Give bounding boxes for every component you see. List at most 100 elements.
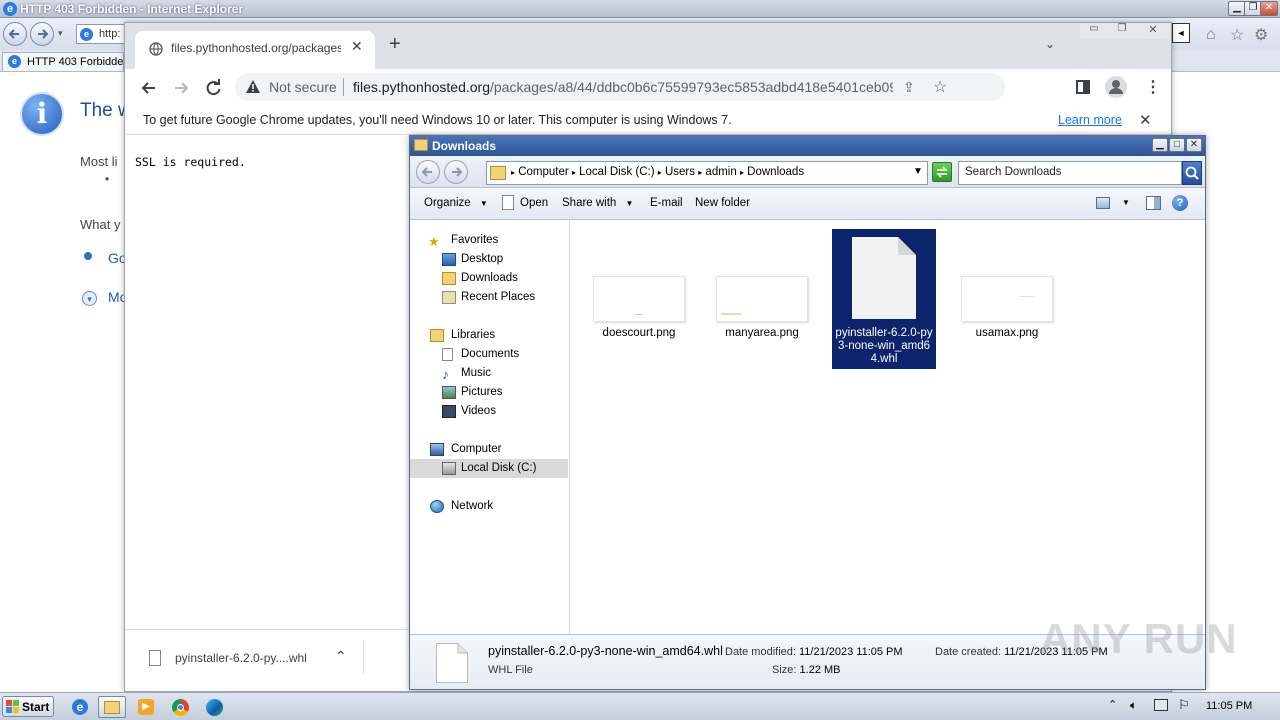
breadcrumb-admin[interactable]: admin — [705, 166, 736, 178]
learn-more-link[interactable]: Learn more — [1058, 113, 1122, 127]
organize-menu[interactable]: Organize ▼ — [424, 197, 488, 209]
preview-pane-icon[interactable] — [1146, 196, 1161, 210]
chrome-tab[interactable]: files.pythonhosted.org/packages/a8 ✕ — [135, 31, 375, 69]
breadcrumb-computer[interactable]: Computer — [518, 166, 569, 178]
nav-local-disk[interactable]: Local Disk (C:) — [410, 459, 568, 478]
nav-recent-places-label: Recent Places — [461, 291, 536, 303]
explorer-minimize-button[interactable]: ▁ — [1152, 138, 1168, 152]
breadcrumb-users[interactable]: Users — [665, 166, 695, 178]
breadcrumb-dropdown-icon[interactable]: ▼ — [913, 166, 923, 177]
info-icon: i — [20, 92, 64, 136]
close-tab-icon[interactable]: ✕ — [351, 38, 363, 55]
expand-chevron-icon[interactable]: ▾ — [82, 291, 97, 306]
nav-documents[interactable]: Documents — [410, 345, 568, 364]
download-chevron-up-icon[interactable]: ⌃ — [335, 648, 347, 665]
explorer-close-button[interactable]: ✕ — [1186, 138, 1202, 152]
action-center-flag-icon[interactable]: ⚐ — [1178, 697, 1190, 713]
breadcrumb-local-disk[interactable]: Local Disk (C:) — [579, 166, 654, 178]
date-modified-value: 11/21/2023 11:05 PM — [799, 646, 903, 658]
infobar-close-icon[interactable]: ✕ — [1139, 111, 1152, 129]
warning-triangle-icon — [245, 79, 261, 95]
file-item[interactable]: doescourt.png — [587, 276, 691, 339]
chrome-minimize-button[interactable]: ▭ — [1080, 23, 1108, 39]
file-item-selected[interactable]: pyinstaller-6.2.0-py3-none-win_amd64.whl — [832, 229, 936, 369]
side-panel-icon[interactable] — [1076, 80, 1090, 94]
nav-downloads[interactable]: Downloads — [410, 269, 568, 288]
nav-network[interactable]: Network — [410, 497, 568, 516]
chrome-close-button[interactable]: ✕ — [1136, 23, 1170, 39]
taskbar-chrome-button[interactable] — [166, 696, 194, 718]
explorer-back-icon[interactable] — [416, 160, 440, 184]
details-file-icon — [436, 643, 468, 683]
explorer-forward-icon[interactable] — [444, 160, 468, 184]
tab-search-chevron-icon[interactable]: ⌄ — [1045, 37, 1055, 51]
taskbar-media-button[interactable]: ▶ — [132, 696, 160, 718]
nav-computer[interactable]: Computer — [410, 440, 568, 459]
taskbar-clock[interactable]: 11:05 PM — [1206, 700, 1252, 712]
nav-recent-places[interactable]: Recent Places — [410, 288, 568, 307]
breadcrumb[interactable]: ▸ Computer ▸ Local Disk (C:) ▸ Users ▸ a… — [486, 161, 928, 185]
ie-close-button[interactable]: ✕ — [1260, 1, 1278, 16]
help-icon[interactable]: ? — [1172, 195, 1188, 211]
ie-forward-icon[interactable] — [30, 22, 54, 46]
change-view-icon[interactable] — [1096, 197, 1110, 209]
ie-home-icon[interactable]: ⌂ — [1206, 26, 1216, 44]
ie-taskbar-icon: e — [72, 699, 88, 715]
chrome-restore-button[interactable]: ❐ — [1108, 23, 1136, 39]
tray-expand-icon[interactable]: ⌃ — [1108, 698, 1117, 711]
ie-address-dropdown-icon[interactable]: ◄ — [1172, 23, 1190, 43]
file-item[interactable]: manyarea.png — [710, 276, 814, 339]
nav-favorites-label: Favorites — [451, 234, 499, 246]
explorer-search-input[interactable]: Search Downloads — [958, 161, 1182, 185]
ie-favorites-star-icon[interactable]: ☆ — [1230, 25, 1244, 45]
start-button[interactable]: Start — [2, 696, 54, 717]
nav-libraries[interactable]: Libraries — [410, 326, 568, 345]
search-icon[interactable] — [1182, 161, 1202, 185]
file-item[interactable]: usamax.png — [955, 276, 1059, 339]
desktop-icon — [442, 253, 456, 266]
nav-music-label: Music — [461, 367, 492, 379]
view-dropdown-icon[interactable]: ▼ — [1122, 198, 1130, 207]
new-folder-button[interactable]: New folder — [695, 197, 750, 209]
ie-history-dropdown-icon[interactable]: ▾ — [58, 28, 63, 39]
nav-desktop[interactable]: Desktop — [410, 250, 568, 269]
omnibox[interactable]: Not secure files.pythonhosted.org/packag… — [235, 73, 1005, 101]
explorer-command-bar: Organize ▼ Open Share with ▼ E-mail New … — [410, 188, 1205, 220]
nav-pictures-label: Pictures — [461, 386, 503, 398]
reload-icon[interactable] — [203, 78, 223, 98]
new-tab-icon[interactable]: + — [389, 33, 401, 56]
media-player-icon: ▶ — [138, 699, 154, 715]
breadcrumb-downloads[interactable]: Downloads — [747, 166, 804, 178]
nav-videos[interactable]: Videos — [410, 402, 568, 421]
ie-tools-gear-icon[interactable]: ⚙ — [1254, 25, 1268, 45]
download-item[interactable]: pyinstaller-6.2.0-py....whl ⌃ — [135, 636, 363, 678]
ie-window-title: HTTP 403 Forbidden - Internet Explorer — [20, 2, 244, 16]
kebab-menu-icon[interactable]: ⋮ — [1145, 77, 1161, 97]
taskbar-explorer-button[interactable] — [98, 696, 126, 718]
email-button[interactable]: E-mail — [650, 197, 683, 209]
open-button[interactable]: Open — [520, 197, 548, 209]
speaker-icon[interactable]: 🔈︎ — [1130, 698, 1137, 713]
nav-music[interactable]: ♪ Music — [410, 364, 568, 383]
taskbar-edge-button[interactable] — [200, 696, 228, 718]
network-tray-icon[interactable] — [1154, 699, 1168, 711]
ie-back-icon[interactable] — [3, 22, 27, 46]
share-with-menu[interactable]: Share with ▼ — [562, 197, 633, 209]
nav-favorites[interactable]: ★ Favorites — [410, 231, 568, 250]
search-placeholder: Search Downloads — [965, 166, 1062, 178]
bookmark-star-icon[interactable]: ☆ — [933, 77, 947, 97]
back-arrow-icon[interactable] — [139, 78, 159, 98]
nav-pictures[interactable]: Pictures — [410, 383, 568, 402]
explorer-maximize-button[interactable]: □ — [1169, 138, 1185, 152]
details-filetype: WHL File — [488, 664, 533, 676]
ie-tab[interactable]: e HTTP 403 Forbidden — [2, 52, 130, 71]
share-icon[interactable]: ⇪ — [903, 79, 915, 96]
chrome-toolbar: Not secure files.pythonhosted.org/packag… — [125, 69, 1171, 107]
infobar-message: To get future Google Chrome updates, you… — [143, 113, 732, 127]
refresh-icon[interactable] — [932, 162, 952, 182]
profile-avatar-icon[interactable] — [1105, 76, 1127, 98]
nav-videos-label: Videos — [461, 405, 496, 417]
taskbar-ie-button[interactable]: e — [66, 696, 94, 718]
forward-arrow-icon[interactable] — [171, 78, 191, 98]
not-secure-label[interactable]: Not secure — [269, 79, 337, 95]
